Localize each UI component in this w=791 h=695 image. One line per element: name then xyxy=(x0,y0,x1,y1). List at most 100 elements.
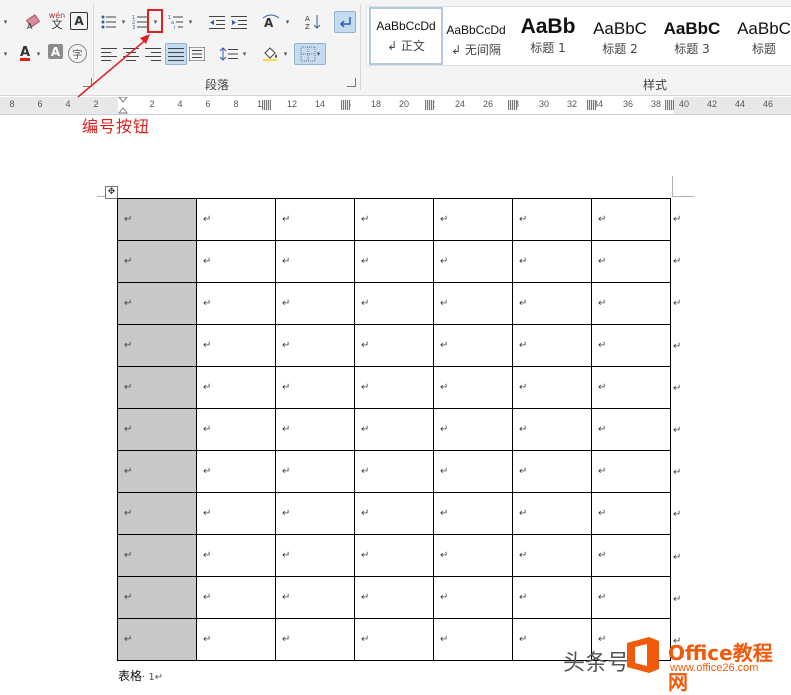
table-cell[interactable]: ↵ xyxy=(354,618,434,661)
table-cell[interactable]: ↵ xyxy=(512,450,592,493)
table-cell[interactable]: ↵ xyxy=(117,576,197,619)
table-cell[interactable]: ↵ xyxy=(117,240,197,283)
table-cell[interactable]: ↵ xyxy=(275,408,355,451)
table-cell[interactable]: ↵ xyxy=(117,324,197,367)
cell-end-mark: ↵ xyxy=(440,382,449,393)
cell-end-mark: ↵ xyxy=(440,298,449,309)
table-cell[interactable]: ↵ xyxy=(275,366,355,409)
table-cell[interactable]: ↵ xyxy=(433,534,513,577)
table-cell[interactable]: ↵ xyxy=(275,450,355,493)
document-table: ↵ ↵ ↵ ↵ ↵ ↵ ↵ ↵ ↵ ↵ ↵ ↵ ↵ ↵ ↵ ↵ ↵ ↵ ↵ ↵ ↵ ↵ ↵ ↵ ↵ ↵ ↵ ↵ ↵ ↵ ↵ ↵ ↵ ↵ ↵ ↵ ↵ ↵ ↵ ↵… xyxy=(117,198,671,661)
cell-end-mark: ↵ xyxy=(282,256,291,267)
table-cell[interactable]: ↵ xyxy=(512,492,592,535)
table-cell[interactable]: ↵ xyxy=(591,408,671,451)
table-cell[interactable]: ↵ xyxy=(117,198,197,241)
table-cell[interactable]: ↵ xyxy=(117,366,197,409)
cell-end-mark: ↵ xyxy=(361,550,370,561)
table-cell[interactable]: ↵ xyxy=(354,366,434,409)
table-cell[interactable]: ↵ xyxy=(512,282,592,325)
row-end-mark: ↵ xyxy=(673,551,682,563)
cell-end-mark: ↵ xyxy=(124,214,133,225)
table-cell[interactable]: ↵ xyxy=(591,240,671,283)
row-end-mark: ↵ xyxy=(673,382,682,394)
table-row: ↵ ↵ ↵ ↵ ↵ ↵ ↵ xyxy=(117,534,671,577)
table-cell[interactable]: ↵ xyxy=(196,534,276,577)
table-cell[interactable]: ↵ xyxy=(196,366,276,409)
table-cell[interactable]: ↵ xyxy=(275,618,355,661)
table-cell[interactable]: ↵ xyxy=(433,324,513,367)
table-cell[interactable]: ↵ xyxy=(591,324,671,367)
table-cell[interactable]: ↵ xyxy=(354,324,434,367)
table-cell[interactable]: ↵ xyxy=(591,492,671,535)
table-cell[interactable]: ↵ xyxy=(196,240,276,283)
table-cell[interactable]: ↵ xyxy=(433,576,513,619)
table-cell[interactable]: ↵ xyxy=(354,450,434,493)
table-cell[interactable]: ↵ xyxy=(433,198,513,241)
table-cell[interactable]: ↵ xyxy=(275,198,355,241)
table-cell[interactable]: ↵ xyxy=(275,324,355,367)
cell-end-mark: ↵ xyxy=(124,466,133,477)
table-cell[interactable]: ↵ xyxy=(275,240,355,283)
table-cell[interactable]: ↵ xyxy=(196,450,276,493)
table-cell[interactable]: ↵ xyxy=(512,240,592,283)
table-cell[interactable]: ↵ xyxy=(196,492,276,535)
table-cell[interactable]: ↵ xyxy=(117,408,197,451)
table-cell[interactable]: ↵ xyxy=(591,576,671,619)
table-cell[interactable]: ↵ xyxy=(354,576,434,619)
table-cell[interactable]: ↵ xyxy=(196,408,276,451)
cell-end-mark: ↵ xyxy=(598,382,607,393)
table-cell[interactable]: ↵ xyxy=(591,198,671,241)
table-cell[interactable]: ↵ xyxy=(591,366,671,409)
table-cell[interactable]: ↵ xyxy=(117,492,197,535)
cell-end-mark: ↵ xyxy=(361,256,370,267)
table-cell[interactable]: ↵ xyxy=(117,618,197,661)
table-cell[interactable]: ↵ xyxy=(117,282,197,325)
cell-end-mark: ↵ xyxy=(124,382,133,393)
table-cell[interactable]: ↵ xyxy=(354,282,434,325)
table-cell[interactable]: ↵ xyxy=(512,408,592,451)
cell-end-mark: ↵ xyxy=(519,634,528,645)
table-cell[interactable]: ↵ xyxy=(117,534,197,577)
table-cell[interactable]: ↵ xyxy=(117,450,197,493)
cell-end-mark: ↵ xyxy=(282,424,291,435)
table-cell[interactable]: ↵ xyxy=(433,282,513,325)
table-cell[interactable]: ↵ xyxy=(196,576,276,619)
table-cell[interactable]: ↵ xyxy=(433,240,513,283)
cell-end-mark: ↵ xyxy=(203,214,212,225)
table-cell[interactable]: ↵ xyxy=(433,450,513,493)
row-end-mark: ↵ xyxy=(673,256,682,268)
table-cell[interactable]: ↵ xyxy=(354,492,434,535)
table-cell[interactable]: ↵ xyxy=(512,534,592,577)
table-cell[interactable]: ↵ xyxy=(354,240,434,283)
cell-end-mark: ↵ xyxy=(361,508,370,519)
table-cell[interactable]: ↵ xyxy=(433,408,513,451)
watermark-source: 头条号 xyxy=(563,651,630,676)
table-cell[interactable]: ↵ xyxy=(433,618,513,661)
table-cell[interactable]: ↵ xyxy=(275,492,355,535)
table-cell[interactable]: ↵ xyxy=(354,408,434,451)
table-cell[interactable]: ↵ xyxy=(275,282,355,325)
cell-end-mark: ↵ xyxy=(440,550,449,561)
cell-end-mark: ↵ xyxy=(203,466,212,477)
cell-end-mark: ↵ xyxy=(598,508,607,519)
table-cell[interactable]: ↵ xyxy=(196,618,276,661)
table-cell[interactable]: ↵ xyxy=(275,534,355,577)
table-cell[interactable]: ↵ xyxy=(433,492,513,535)
table-cell[interactable]: ↵ xyxy=(591,450,671,493)
table-cell[interactable]: ↵ xyxy=(512,198,592,241)
table-cell[interactable]: ↵ xyxy=(196,282,276,325)
cell-end-mark: ↵ xyxy=(282,382,291,393)
table-cell[interactable]: ↵ xyxy=(275,576,355,619)
table-cell[interactable]: ↵ xyxy=(433,366,513,409)
table-cell[interactable]: ↵ xyxy=(591,534,671,577)
table-cell[interactable]: ↵ xyxy=(354,534,434,577)
table-cell[interactable]: ↵ xyxy=(512,324,592,367)
table-row: ↵ ↵ ↵ ↵ ↵ ↵ ↵ xyxy=(117,198,671,241)
table-cell[interactable]: ↵ xyxy=(512,366,592,409)
table-cell[interactable]: ↵ xyxy=(512,576,592,619)
table-cell[interactable]: ↵ xyxy=(591,282,671,325)
table-cell[interactable]: ↵ xyxy=(196,198,276,241)
table-cell[interactable]: ↵ xyxy=(354,198,434,241)
cell-end-mark: ↵ xyxy=(519,256,528,267)
table-cell[interactable]: ↵ xyxy=(196,324,276,367)
